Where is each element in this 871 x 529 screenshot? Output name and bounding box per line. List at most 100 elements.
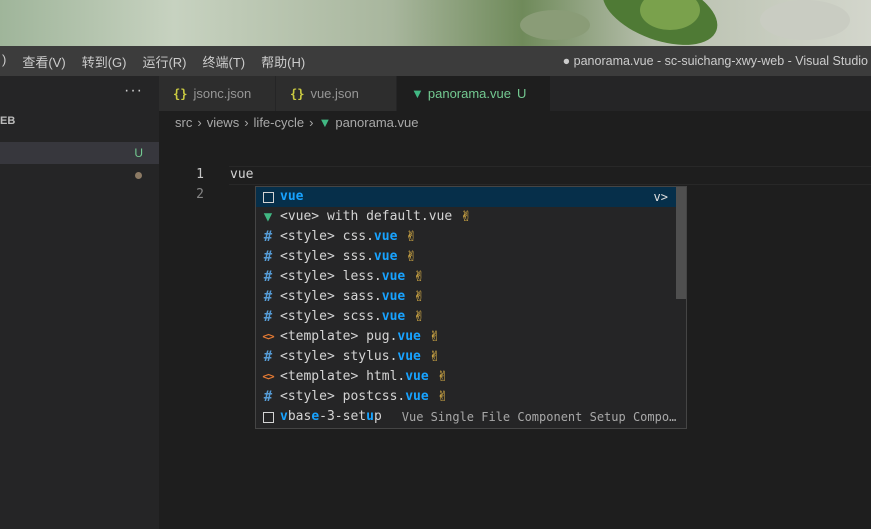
autocomplete-widget: vue v> ▼ <vue> with default.vue ✌ # <style> cs… [255, 186, 687, 429]
match-highlight: vue [405, 389, 429, 404]
match-highlight: vue [373, 249, 398, 264]
untracked-status: U [517, 86, 527, 101]
suggestion-item[interactable]: vue v> [256, 187, 686, 207]
menu-bar: ) 查看(V) 转到(G) 运行(R) 终端(T) 帮助(H) [0, 52, 313, 71]
suggestion-label: <style> postcss. [280, 389, 406, 404]
tab-panorama-vue[interactable]: ▼ panorama.vue U [397, 76, 551, 111]
suggestion-label: <template> html. [280, 369, 406, 384]
hash-icon: # [263, 349, 273, 365]
tab-label: panorama.vue [427, 86, 511, 101]
vue-file-icon: ▼ [411, 86, 424, 101]
code-line[interactable]: vue [230, 167, 253, 182]
box-icon [260, 409, 276, 425]
menu-item-help[interactable]: 帮助(H) [253, 52, 313, 71]
menu-item-terminal[interactable]: 终端(T) [195, 52, 254, 71]
chevron-right-icon: › [197, 114, 202, 130]
tab-label: jsonc.json [193, 86, 252, 101]
hash-icon: # [263, 289, 273, 305]
suggestion-item[interactable]: # <style> postcss. vue ✌ [256, 387, 686, 407]
suggestion-detail: Vue Single File Component Setup Compo… [401, 410, 677, 424]
window-title: ● panorama.vue - sc-suichang-xwy-web - V… [562, 54, 868, 68]
breadcrumb-item-views[interactable]: views [207, 115, 240, 130]
hash-icon: # [263, 229, 273, 245]
hash-icon: # [263, 249, 273, 265]
hash-icon: # [263, 389, 273, 405]
menu-item-partial[interactable]: ) [0, 52, 14, 71]
title-bar: ) 查看(V) 转到(G) 运行(R) 终端(T) 帮助(H) ● panora… [0, 46, 871, 76]
victory-hand-icon: ✌ [428, 349, 441, 365]
match-highlight: vue [381, 269, 406, 284]
suggestion-item[interactable]: <> <template> html. vue ✌ [256, 367, 686, 387]
hash-icon: # [263, 309, 273, 325]
match-highlight: vue [405, 369, 429, 384]
match-highlight: v [280, 409, 288, 424]
explorer-sidebar: ··· EB U [0, 76, 159, 529]
vue-file-icon: ▼ [318, 114, 332, 130]
suggestion-item[interactable]: ▼ <vue> with default.vue ✌ [256, 207, 686, 227]
victory-hand-icon: ✌ [436, 389, 449, 405]
suggestion-label: <style> less. [280, 269, 382, 284]
victory-hand-icon: ✌ [405, 229, 418, 245]
read-more-icon[interactable]: v> [654, 187, 668, 207]
victory-hand-icon: ✌ [405, 249, 418, 265]
current-line-highlight [229, 166, 871, 185]
suggestion-label: <style> stylus. [280, 349, 398, 364]
match-highlight: vue [280, 189, 304, 204]
tab-label: vue.json [310, 86, 359, 101]
victory-hand-icon: ✌ [436, 369, 449, 385]
tag-icon: <> [262, 370, 274, 383]
match-highlight: vue [397, 349, 421, 364]
suggestion-label: <style> sass. [280, 289, 382, 304]
vue-icon: ▼ [263, 209, 273, 225]
suggest-scrollbar[interactable] [676, 187, 686, 428]
json-file-icon: {} [173, 86, 188, 101]
suggestion-item[interactable]: # <style> sass. vue ✌ [256, 287, 686, 307]
breadcrumb-item-file[interactable]: panorama.vue [335, 115, 418, 130]
suggestion-label: <style> css. [280, 229, 374, 244]
victory-hand-icon: ✌ [413, 309, 425, 325]
tab-jsonc-json[interactable]: {} jsonc.json [159, 76, 276, 111]
suggestion-label: p [373, 409, 382, 424]
sidebar-section-title[interactable]: EB [0, 110, 159, 132]
breadcrumb-item-life-cycle[interactable]: life-cycle [254, 115, 305, 130]
victory-hand-icon: ✌ [413, 269, 425, 285]
menu-item-go[interactable]: 转到(G) [74, 52, 135, 71]
victory-hand-icon: ✌ [413, 289, 425, 305]
explorer-file-row[interactable]: U [0, 142, 159, 164]
git-untracked-badge: U [134, 146, 143, 160]
suggestion-item[interactable]: # <style> sss. vue ✌ [256, 247, 686, 267]
match-highlight: vue [373, 229, 398, 244]
line-number: 2 [196, 187, 204, 202]
menu-item-view[interactable]: 查看(V) [14, 52, 73, 71]
suggestion-item[interactable]: # <style> stylus. vue ✌ [256, 347, 686, 367]
suggestion-item[interactable]: # <style> scss. vue ✌ [256, 307, 686, 327]
suggestion-item[interactable]: <> <template> pug. vue ✌ [256, 327, 686, 347]
match-highlight: vue [381, 289, 406, 304]
suggestion-label: <vue> with default.vue [280, 209, 453, 224]
tag-icon: <> [262, 330, 274, 343]
suggestion-label: <style> scss. [280, 309, 382, 324]
scrollbar-thumb[interactable] [676, 187, 686, 299]
suggestion-item[interactable]: v bas e -3-set u p Vue Single File Component S… [256, 407, 686, 427]
json-file-icon: {} [290, 86, 305, 101]
menu-item-run[interactable]: 运行(R) [134, 52, 194, 71]
editor-tab-bar: {} jsonc.json {} vue.json ▼ panorama.vue… [159, 76, 871, 111]
suggestion-item[interactable]: # <style> less. vue ✌ [256, 267, 686, 287]
explorer-file-row[interactable] [0, 164, 159, 186]
suggestion-item[interactable]: # <style> css. vue ✌ [256, 227, 686, 247]
match-highlight: vue [397, 329, 421, 344]
sidebar-header: ··· [0, 76, 159, 110]
line-number: 1 [196, 167, 204, 182]
match-highlight: u [366, 409, 374, 424]
suggestion-label: bas [287, 409, 312, 424]
match-highlight: e [311, 409, 320, 424]
more-actions-icon[interactable]: ··· [124, 82, 143, 100]
victory-hand-icon: ✌ [460, 209, 472, 225]
victory-hand-icon: ✌ [428, 329, 441, 345]
chevron-right-icon: › [244, 114, 249, 130]
tab-vue-json[interactable]: {} vue.json [276, 76, 397, 111]
modified-dot-icon [135, 172, 142, 179]
suggestion-label: -3-set [319, 409, 367, 424]
breadcrumb-item-src[interactable]: src [175, 115, 192, 130]
breadcrumb: src › views › life-cycle › ▼ panorama.vu… [159, 111, 871, 133]
